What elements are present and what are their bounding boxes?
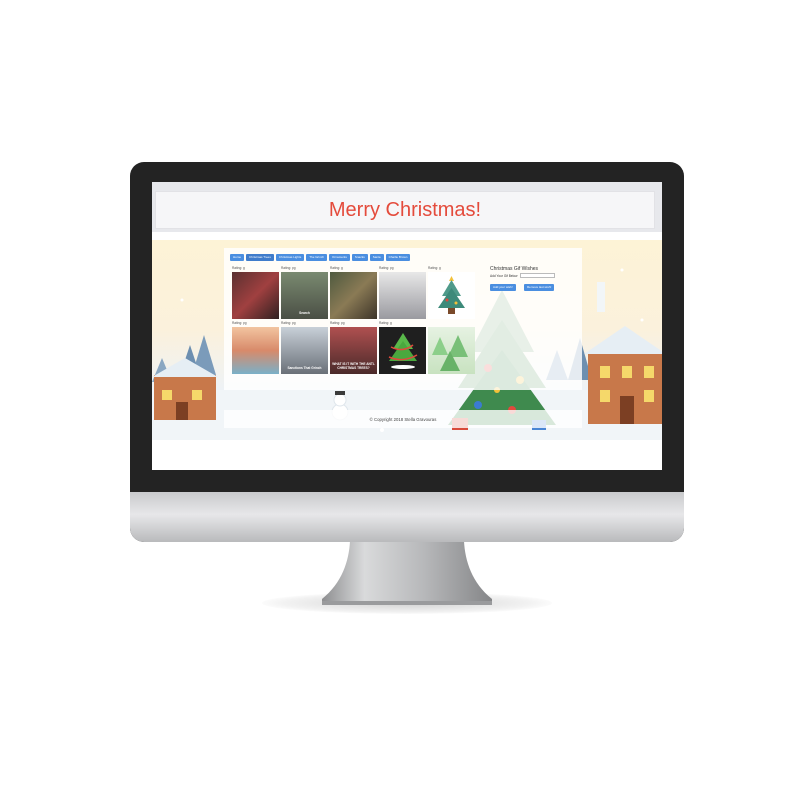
green-tree-gif[interactable] [428, 327, 475, 374]
gif-rating: Rating: pg [281, 266, 296, 270]
wish-title: Christmas Gif Wishes [490, 266, 539, 272]
dancing-tree-icon [388, 333, 418, 369]
gif-rating: Rating: g [330, 266, 343, 270]
monitor-chin [130, 492, 684, 542]
add-wish-button[interactable]: Add your wish! [490, 284, 516, 291]
nav-button-christmas-trees[interactable]: Christmas Trees [246, 254, 274, 261]
gif-rating: Rating: pg [379, 266, 394, 270]
category-nav: Home Christmas Trees Christmas Lights Th… [230, 254, 411, 261]
gif-thumbnail[interactable] [379, 272, 426, 319]
gif-rating: Rating: g [232, 266, 245, 270]
header-box: Merry Christmas! [155, 191, 655, 229]
nav-button-ornaments[interactable]: Ornaments [329, 254, 350, 261]
christmas-tree-gif[interactable] [428, 272, 475, 319]
dancing-tree-gif[interactable] [379, 327, 426, 374]
nav-button-the-grinch[interactable]: The Grinch [306, 254, 328, 261]
nav-button-santa[interactable]: Santa [369, 254, 384, 261]
gif-rating: Rating: pg [330, 321, 345, 325]
gif-thumbnail[interactable] [232, 272, 279, 319]
gif-rating: Rating: pg [281, 321, 296, 325]
gif-rating: Rating: pg [232, 321, 247, 325]
gif-thumbnail[interactable] [232, 327, 279, 374]
gif-caption: Sanctions That Grinch [287, 366, 322, 370]
gif-rating: Rating: g [379, 321, 392, 325]
wish-input-label: Add Your Gif Below [490, 274, 518, 278]
gif-caption: Search [299, 311, 310, 315]
christmas-tree-icon [438, 276, 465, 314]
nav-button-charlie-brown[interactable]: Charlie Brown [385, 254, 411, 261]
remove-wish-button[interactable]: Remove last wish! [524, 284, 555, 291]
page-bottom-area [152, 440, 662, 470]
screen: Merry Christmas! Home Christmas Trees Ch… [152, 182, 662, 470]
nav-button-christmas-lights[interactable]: Christmas Lights [275, 254, 305, 261]
gif-thumbnail[interactable]: Search [281, 272, 328, 319]
monitor-stand [322, 541, 492, 605]
gif-thumbnail[interactable]: Sanctions That Grinch [281, 327, 328, 374]
wish-input[interactable] [520, 273, 555, 278]
footer: © Copyright 2018 Stella Gravouras [224, 410, 582, 428]
gif-thumbnail[interactable]: WHAT IS IT WITH THE ANTI-CHRISTMAS TREES… [330, 327, 377, 374]
gif-caption: WHAT IS IT WITH THE ANTI-CHRISTMAS TREES… [332, 362, 375, 370]
monitor-body: Merry Christmas! Home Christmas Trees Ch… [130, 162, 684, 542]
nav-button-snacks[interactable]: Snacks [351, 254, 368, 261]
content-panel: Home Christmas Trees Christmas Lights Th… [224, 248, 582, 390]
gif-rating: Rating: g [428, 266, 441, 270]
green-trees-icon [432, 335, 468, 371]
header-band: Merry Christmas! [152, 182, 662, 232]
winter-scene-background: Home Christmas Trees Christmas Lights Th… [152, 240, 662, 440]
nav-button-home[interactable]: Home [230, 254, 245, 261]
site-title: Merry Christmas! [328, 198, 482, 221]
gif-thumbnail[interactable] [330, 272, 377, 319]
